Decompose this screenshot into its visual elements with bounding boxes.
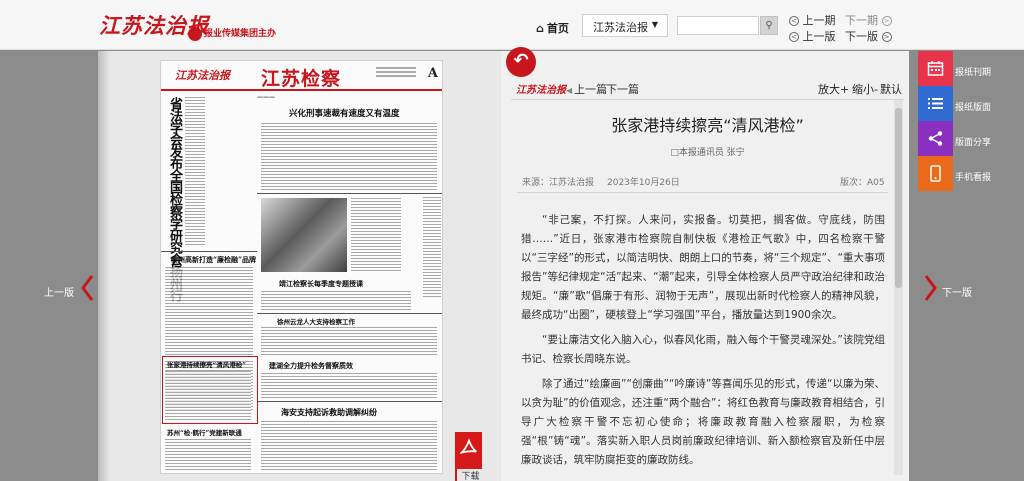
text-column [261, 421, 437, 471]
prev-page-link[interactable]: < 上一版 [789, 28, 836, 44]
share-icon [928, 131, 943, 146]
next-article-label: 下一篇 [606, 83, 639, 96]
share-tool-button[interactable] [918, 121, 953, 156]
search-input[interactable] [677, 16, 759, 35]
divider [257, 401, 442, 402]
chevron-down-icon: ▼ [651, 20, 658, 29]
page-shadow [98, 51, 110, 481]
download-label[interactable]: 下载 [457, 469, 484, 481]
divider [257, 193, 442, 194]
divider [517, 192, 888, 193]
next-page-link[interactable]: 下一版 > [845, 28, 892, 44]
subhead: ——— [257, 94, 275, 101]
text-column [165, 439, 251, 471]
pdf-icon [459, 438, 477, 454]
prev-issue-link[interactable]: < 上一期 [789, 12, 836, 28]
page-date-block [376, 67, 416, 83]
article-page: 版次：A05 [840, 178, 885, 188]
site-slogan: 报业传媒集团主办 [188, 26, 276, 41]
text-column [185, 97, 205, 247]
arrow-right-icon: > [881, 32, 892, 42]
article-date: 2023年10月26日 [607, 178, 680, 188]
next-issue-link[interactable]: 下一期 > [845, 12, 892, 28]
article-body: “非己案，不打探。人来问，实报备。切莫把，搁客做。守底线，防围猎……”近日，张家… [521, 211, 885, 476]
text-column [351, 198, 401, 272]
headline[interactable]: 苏州“检·鹤行”党建新联通 [167, 427, 242, 437]
article-title: 张家港持续擦亮“清风港检” [611, 116, 804, 135]
page-logo: 江苏法治报 [175, 69, 230, 82]
search-icon: ⚲ [765, 20, 773, 31]
search-button[interactable]: ⚲ [760, 16, 778, 35]
list-icon [928, 98, 943, 109]
divider [511, 99, 904, 100]
tool-label[interactable]: 版面分享 [955, 135, 991, 148]
headline[interactable]: 海安支持起诉救助调解纠纷 [281, 407, 377, 418]
back-arrow-icon: ↶ [513, 50, 529, 71]
headline[interactable]: 泰州高新打造“廉检融”品牌 [171, 255, 256, 265]
tool-label[interactable]: 手机看报 [955, 170, 991, 183]
page-section-title: 江苏检察 [261, 68, 342, 90]
article-byline: □本报通讯员 张宁 [670, 148, 745, 158]
page-edition: A [427, 66, 438, 81]
headline[interactable]: 徐州云龙人大支持检察工作 [277, 316, 355, 326]
zoom-reset-button[interactable]: 默认 [880, 81, 902, 97]
calendar-icon [927, 61, 944, 76]
zoom-in-button[interactable]: 放大+ [818, 81, 849, 97]
divider [257, 313, 442, 314]
selected-article-highlight[interactable] [162, 356, 258, 424]
chevron-left-icon[interactable] [80, 274, 94, 302]
arrow-left-icon: < [789, 32, 799, 42]
article-logo: 江苏法治报 [516, 85, 566, 96]
back-button[interactable]: ↶ [506, 47, 536, 77]
group-seal-icon [188, 26, 202, 41]
home-icon: ⌂ [536, 22, 544, 35]
text-column [261, 123, 437, 191]
arrow-left-icon: < [789, 16, 799, 26]
tool-label[interactable]: 报纸版面 [955, 100, 991, 113]
headline[interactable]: 兴化刑事速裁有速度又有温度 [289, 107, 400, 119]
arrow-right-icon: > [881, 16, 892, 26]
top-header: 江苏法治报 报业传媒集团主办 ⌂ 首页 江苏法治报 ▼ ⚲ < 上一期 下一期 > … [0, 0, 1024, 50]
article-paragraph: 除了通过“绘廉画”“创廉曲”“吟廉诗”等喜闻乐见的形式，传递“以廉为荣、以贪为耻… [521, 378, 885, 466]
chevron-right-icon[interactable] [924, 274, 938, 302]
edge-next-page-label[interactable]: 下一版 [942, 284, 972, 299]
layout-tool-button[interactable] [918, 86, 953, 121]
calendar-tool-button[interactable] [918, 51, 953, 86]
edge-prev-page-label[interactable]: 上一版 [44, 284, 74, 299]
home-link[interactable]: ⌂ 首页 [536, 20, 569, 36]
prev-article-label: 上一篇 [574, 83, 608, 96]
next-issue-label: 下一期 [845, 14, 878, 27]
page-masthead: 江苏法治报 江苏检察 A [161, 61, 442, 91]
home-label: 首页 [546, 22, 569, 35]
paper-select[interactable]: 江苏法治报 ▼ [582, 14, 668, 37]
headline[interactable]: 靖江检察长每季度专题授课 [279, 279, 363, 289]
mobile-tool-button[interactable] [918, 156, 953, 191]
caret-left-icon: ◀ [566, 86, 573, 95]
text-column [165, 267, 253, 355]
article-paragraph: “非己案，不打探。人来问，实报备。切莫把，搁客做。守底线，防围猎……”近日，张家… [521, 214, 885, 321]
article-paragraph: “要让廉洁文化入脑入心，似春风化雨，融入每个干警灵魂深处。”该院党组书记、检察长… [521, 334, 885, 365]
article-source: 来源：江苏法治报 [522, 178, 595, 188]
next-article-link[interactable]: 下一篇 [606, 81, 639, 97]
next-page-label: 下一版 [845, 30, 878, 43]
slogan-text: 报业传媒集团主办 [204, 29, 277, 39]
paper-select-value: 江苏法治报 [593, 21, 648, 34]
mobile-icon [930, 165, 941, 182]
text-column [261, 373, 437, 399]
zoom-out-button[interactable]: 缩小- [852, 81, 878, 97]
prev-page-label: 上一版 [802, 30, 836, 43]
scrollbar-thumb[interactable] [895, 108, 902, 288]
tool-label[interactable]: 报纸刊期 [955, 65, 991, 78]
headline[interactable]: 建湖全力提升检务督察质效 [269, 361, 353, 371]
text-column [423, 197, 441, 297]
prev-article-link[interactable]: ◀ 上一篇 [566, 81, 607, 97]
text-column [261, 291, 411, 311]
news-photo[interactable] [261, 198, 347, 272]
text-column [261, 327, 437, 357]
divider [161, 251, 257, 252]
prev-issue-label: 上一期 [802, 14, 836, 27]
